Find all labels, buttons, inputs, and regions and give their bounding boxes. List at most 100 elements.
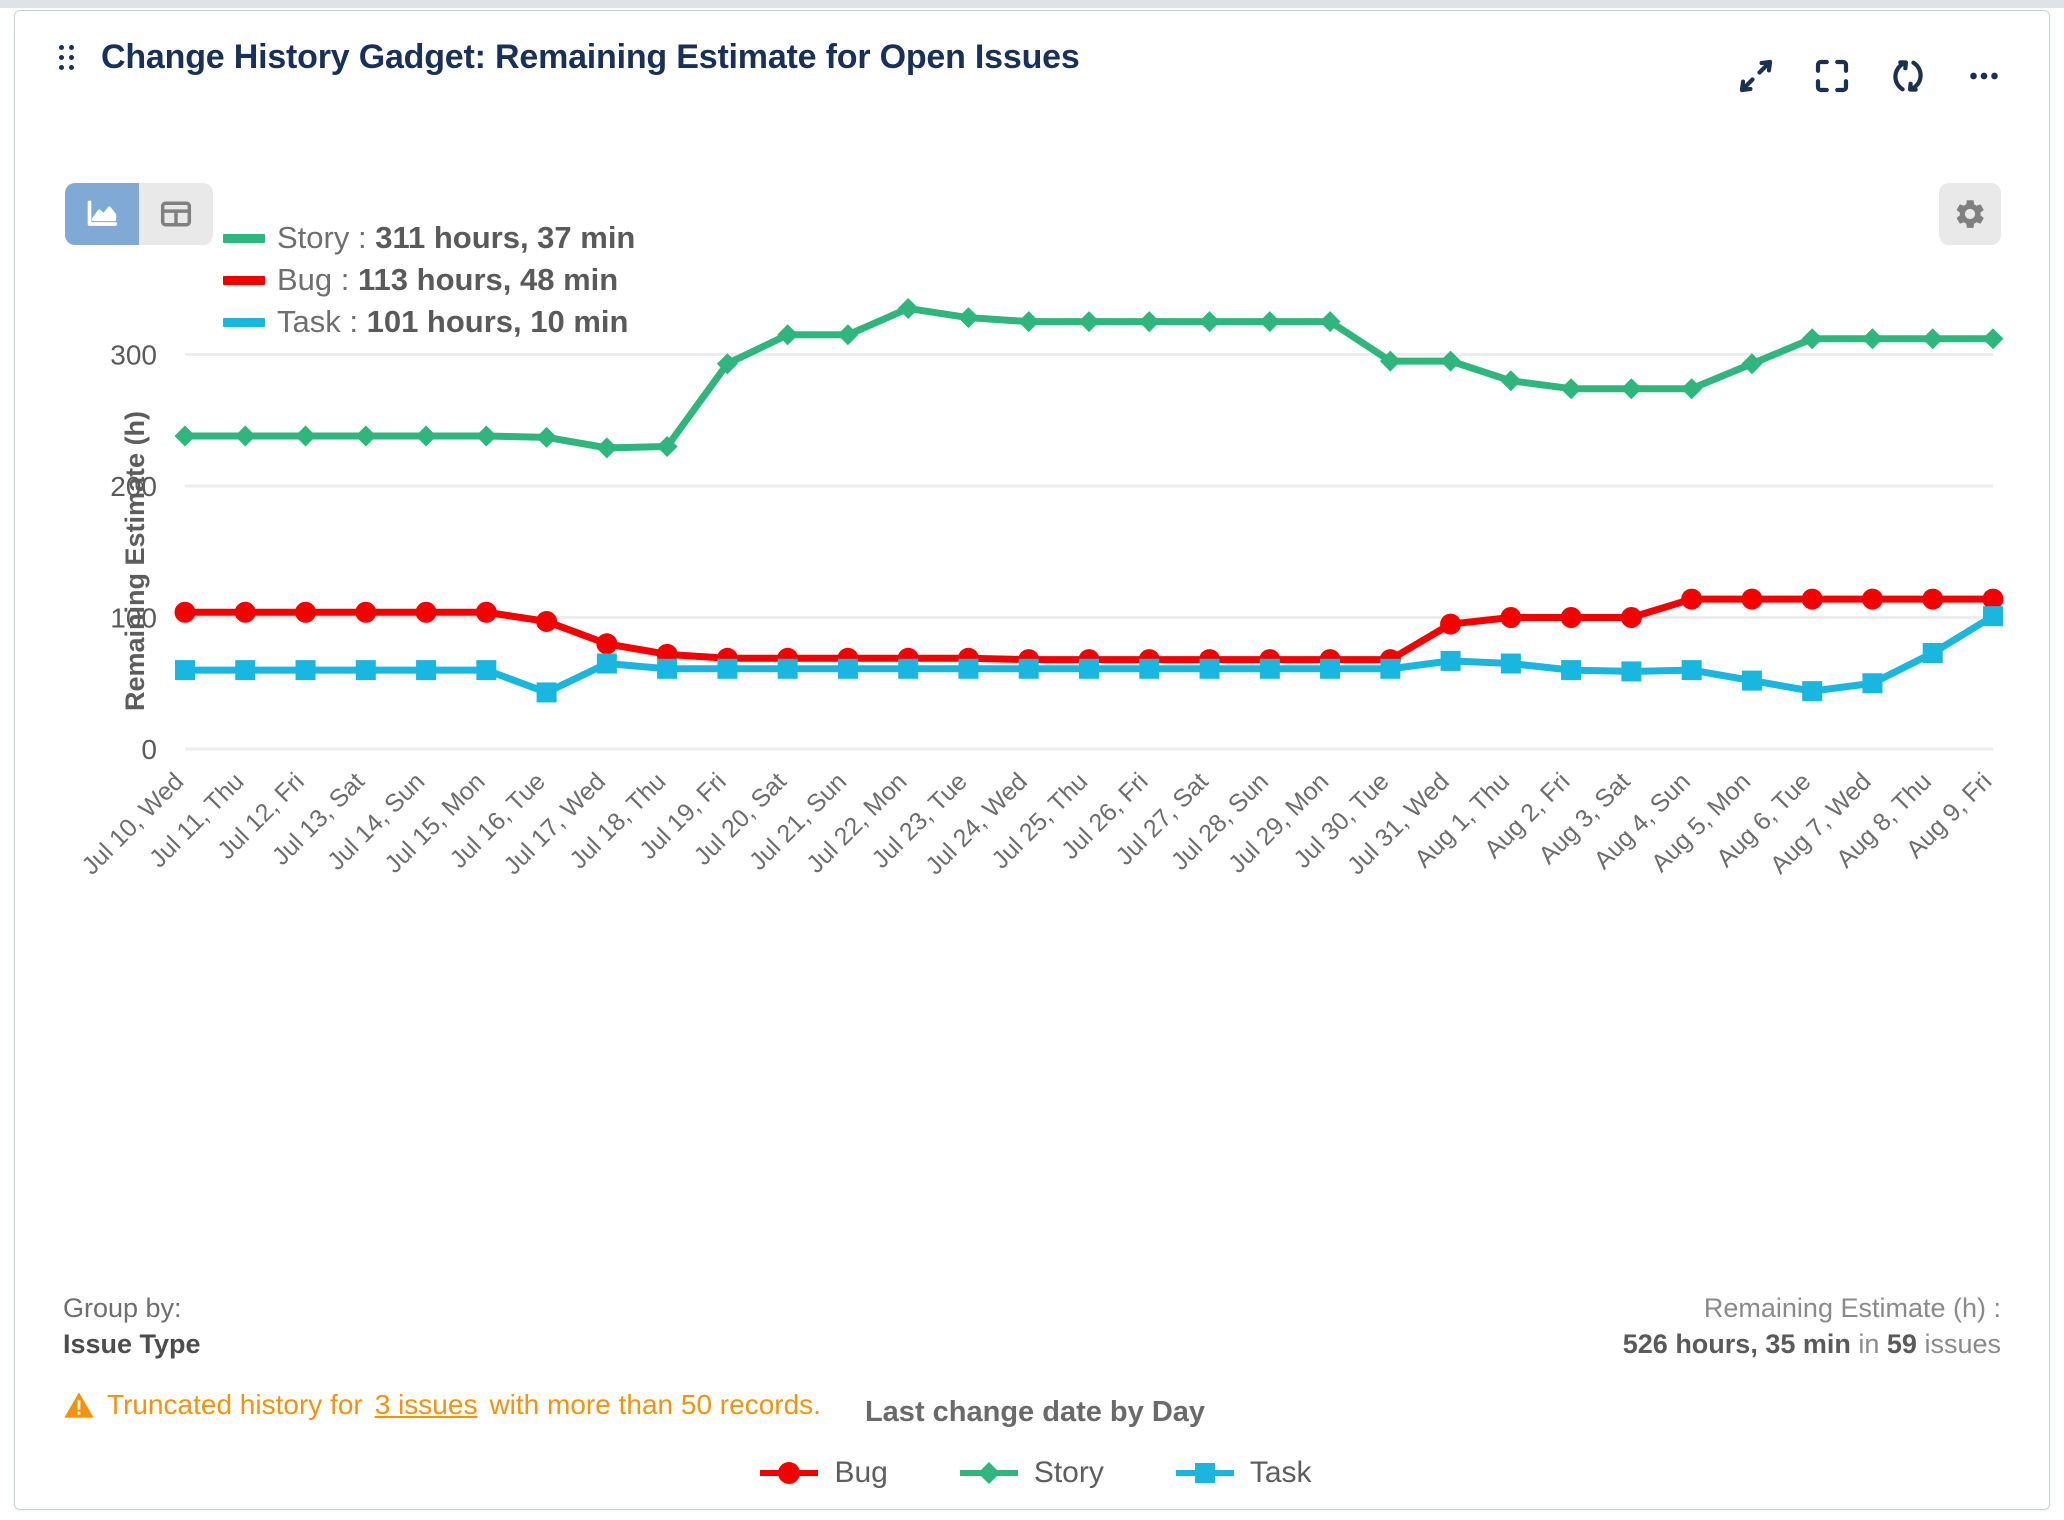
data-point-task[interactable]	[1501, 654, 1521, 674]
data-point-task[interactable]	[235, 660, 255, 680]
table-view-button[interactable]	[139, 183, 213, 245]
data-point-task[interactable]	[1320, 659, 1340, 679]
data-point-task[interactable]	[838, 659, 858, 679]
data-point-task[interactable]	[1742, 671, 1762, 691]
legend-value-story: 311 hours, 37 min	[375, 220, 635, 255]
data-point-bug[interactable]	[1681, 589, 1702, 610]
more-options-icon[interactable]	[1963, 55, 2005, 97]
data-point-story[interactable]	[1621, 378, 1642, 399]
data-point-story[interactable]	[1561, 378, 1582, 399]
data-point-story[interactable]	[1259, 311, 1280, 332]
data-point-story[interactable]	[416, 426, 437, 447]
data-point-task[interactable]	[1441, 651, 1461, 671]
settings-gear-icon[interactable]	[1939, 183, 2001, 245]
data-point-story[interactable]	[295, 426, 316, 447]
data-point-task[interactable]	[296, 660, 316, 680]
data-point-bug[interactable]	[416, 602, 437, 623]
chart-view-button[interactable]	[65, 183, 139, 245]
data-point-story[interactable]	[1079, 311, 1100, 332]
data-point-task[interactable]	[1260, 659, 1280, 679]
warning-triangle-icon	[63, 1390, 95, 1420]
data-point-bug[interactable]	[1741, 589, 1762, 610]
data-point-task[interactable]	[1139, 659, 1159, 679]
data-point-story[interactable]	[596, 437, 617, 458]
data-point-story[interactable]	[898, 298, 919, 319]
fullscreen-icon[interactable]	[1811, 55, 1853, 97]
data-point-bug[interactable]	[1862, 589, 1883, 610]
data-point-story[interactable]	[235, 426, 256, 447]
data-point-task[interactable]	[1019, 659, 1039, 679]
data-point-story[interactable]	[1922, 328, 1943, 349]
data-point-story[interactable]	[1500, 370, 1521, 391]
data-point-bug[interactable]	[1500, 607, 1521, 628]
data-point-story[interactable]	[1199, 311, 1220, 332]
data-point-bug[interactable]	[1802, 589, 1823, 610]
data-point-bug[interactable]	[1561, 607, 1582, 628]
summary-issues: issues	[1924, 1329, 2001, 1359]
legend-label-story: Story	[277, 220, 349, 255]
legend-item-bug[interactable]: Bug	[758, 1456, 887, 1490]
summary-value: 526 hours, 35 min	[1623, 1329, 1851, 1359]
data-point-task[interactable]	[1079, 659, 1099, 679]
data-point-task[interactable]	[597, 654, 617, 674]
data-point-story[interactable]	[1018, 311, 1039, 332]
refresh-icon[interactable]	[1887, 55, 1929, 97]
data-point-task[interactable]	[1561, 660, 1581, 680]
data-point-task[interactable]	[537, 682, 557, 702]
data-point-story[interactable]	[837, 324, 858, 345]
data-point-story[interactable]	[1741, 353, 1762, 374]
data-point-task[interactable]	[1380, 659, 1400, 679]
data-point-task[interactable]	[778, 659, 798, 679]
data-point-task[interactable]	[1923, 643, 1943, 663]
data-point-story[interactable]	[1802, 328, 1823, 349]
data-point-task[interactable]	[1983, 606, 2003, 626]
data-point-task[interactable]	[1200, 659, 1220, 679]
data-point-story[interactable]	[175, 426, 196, 447]
data-point-bug[interactable]	[536, 611, 557, 632]
data-point-bug[interactable]	[476, 602, 497, 623]
data-point-task[interactable]	[476, 660, 496, 680]
data-point-bug[interactable]	[235, 602, 256, 623]
data-point-bug[interactable]	[1621, 607, 1642, 628]
data-point-story[interactable]	[476, 426, 497, 447]
data-point-task[interactable]	[898, 659, 918, 679]
legend-swatch-story	[223, 234, 265, 243]
data-point-story[interactable]	[1862, 328, 1883, 349]
data-point-bug[interactable]	[1922, 589, 1943, 610]
data-point-task[interactable]	[958, 659, 978, 679]
group-by-value: Issue Type	[63, 1329, 201, 1359]
legend-item-task[interactable]: Task	[1174, 1456, 1312, 1490]
data-point-bug[interactable]	[355, 602, 376, 623]
data-point-bug[interactable]	[175, 602, 196, 623]
data-point-task[interactable]	[1621, 661, 1641, 681]
gadget-card: Change History Gadget: Remaining Estimat…	[14, 10, 2050, 1510]
data-point-story[interactable]	[355, 426, 376, 447]
data-point-story[interactable]	[1139, 311, 1160, 332]
data-point-story[interactable]	[536, 427, 557, 448]
data-point-bug[interactable]	[1440, 614, 1461, 635]
y-axis-tick: 0	[141, 734, 157, 765]
warning-issues-link[interactable]: 3 issues	[375, 1389, 478, 1421]
legend-item-story[interactable]: Story	[958, 1456, 1104, 1490]
data-point-task[interactable]	[1862, 673, 1882, 693]
data-point-task[interactable]	[1802, 681, 1822, 701]
data-point-bug[interactable]	[596, 633, 617, 654]
data-point-task[interactable]	[717, 659, 737, 679]
data-point-task[interactable]	[657, 659, 677, 679]
legend-marker-bug	[758, 1460, 820, 1486]
data-point-task[interactable]	[175, 660, 195, 680]
line-chart-svg[interactable]: 0100200300400Jul 10, WedJul 11, ThuJul 1…	[65, 261, 2005, 1391]
legend-marker-story	[958, 1460, 1020, 1486]
data-point-story[interactable]	[958, 307, 979, 328]
warning-prefix: Truncated history for	[107, 1389, 363, 1421]
collapse-icon[interactable]	[1735, 55, 1777, 97]
drag-handle-icon[interactable]	[59, 44, 79, 70]
view-toggle-group	[65, 183, 213, 245]
data-point-task[interactable]	[1682, 660, 1702, 680]
data-point-bug[interactable]	[295, 602, 316, 623]
data-point-story[interactable]	[1983, 328, 2004, 349]
warning-suffix: with more than 50 records.	[489, 1389, 821, 1421]
data-point-task[interactable]	[416, 660, 436, 680]
data-point-story[interactable]	[1681, 378, 1702, 399]
data-point-task[interactable]	[356, 660, 376, 680]
